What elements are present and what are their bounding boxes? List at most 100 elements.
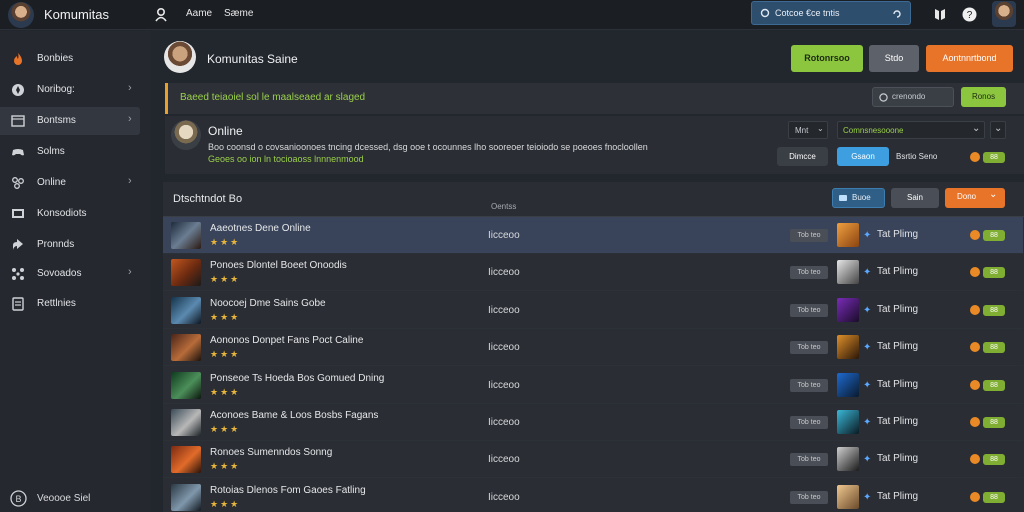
game-thumbnail — [171, 222, 201, 249]
notice-select-label: crenondo — [892, 92, 926, 101]
pin-icon[interactable]: ✦ — [863, 380, 871, 391]
coin-icon — [970, 230, 980, 240]
playing-label: Tat Plimg — [877, 341, 919, 353]
game-title: Ronoes Sumenndos Sonng — [210, 447, 333, 459]
share-icon — [13, 239, 23, 250]
account-circle-icon[interactable]: B — [10, 490, 27, 507]
filter-text[interactable]: Bsrtio Seno — [896, 152, 937, 161]
sidebar-item-rettlnies[interactable]: Rettlnies — [0, 290, 140, 318]
player-count: 88 — [983, 491, 1005, 503]
game-thumbnail — [171, 259, 201, 287]
rating-stars-icon: ★★★ — [210, 311, 241, 322]
table-row[interactable]: Aaeotnes Dene Online ★★★ Iicceoo Tob teo… — [163, 217, 1023, 254]
list-heading: Dtschtndot Bo — [173, 193, 243, 205]
table-row[interactable]: Ponoes Dlontel Boeet Onoodis ★★★ Iicceoo… — [163, 254, 1023, 292]
list-orange-dropdown-label: Dono — [957, 192, 977, 201]
dismiss-button[interactable]: Dimcce — [777, 147, 828, 166]
player-thumbnail — [837, 297, 859, 322]
sidebar-item-pronnds[interactable]: Pronnds — [0, 231, 140, 259]
nav-link-home[interactable]: Aame — [186, 8, 212, 19]
filter-select[interactable]: Mnt ⌄ — [788, 121, 828, 139]
help-icon[interactable]: ? — [962, 7, 977, 22]
sidebar-item-label: Sovoados — [37, 268, 82, 279]
sidebar-item-solms[interactable]: Solms — [0, 138, 140, 166]
chevron-down-icon: ⌄ — [994, 123, 1003, 134]
table-row[interactable]: Aconoes Bame & Loos Bosbs Fagans ★★★ Iic… — [163, 404, 1023, 441]
table-row[interactable]: Aononos Donpet Fans Poct Caline ★★★ Iicc… — [163, 329, 1023, 367]
player-count: 88 — [983, 379, 1005, 391]
list-blue-button[interactable]: Buoe — [832, 188, 885, 208]
playing-label: Tat Plimg — [877, 378, 919, 390]
sidebar-item-label: Noribog: — [37, 84, 75, 95]
online-title: Online — [208, 124, 243, 138]
category-dropdown[interactable]: Comnsnesooone ⌄ — [837, 121, 985, 139]
pin-icon[interactable]: ✦ — [863, 342, 871, 353]
list-gray-button[interactable]: Sain — [891, 188, 939, 208]
sidebar-item-label: Pronnds — [37, 239, 75, 250]
pin-icon[interactable]: ✦ — [863, 305, 871, 316]
online-link[interactable]: Geoes oo ion ln tocioaoss lnnnenmood — [208, 154, 364, 164]
settings-icon — [12, 297, 24, 311]
user-avatar[interactable] — [8, 2, 34, 28]
sidebar-item-noribog[interactable]: Noribog: › — [0, 76, 140, 104]
profile-avatar[interactable] — [992, 1, 1016, 27]
coin-icon — [970, 267, 980, 278]
game-title: Aconoes Bame & Loos Bosbs Fagans — [210, 410, 379, 421]
sidebar-footer[interactable]: Veoooe Siel — [37, 493, 90, 504]
rating-stars-icon: ★★★ — [210, 349, 241, 360]
sidebar-item-konsodiots[interactable]: Konsodiots — [0, 200, 140, 228]
sidebar-item-sovoados[interactable]: Sovoados › — [0, 260, 140, 288]
game-tag: Tob teo — [790, 341, 828, 355]
secondary-button[interactable]: Stdo — [869, 45, 919, 72]
top-bar: Komumitas Aame Sæme Cotcoe €ce tntis ? — [0, 0, 1024, 30]
nav-link-games[interactable]: Sæme — [224, 8, 253, 19]
pin-icon[interactable]: ✦ — [863, 417, 871, 428]
player-thumbnail — [837, 410, 859, 434]
fire-icon — [14, 53, 22, 65]
chevron-right-icon: › — [128, 266, 132, 278]
sidebar-item-bontsms[interactable]: Bontsms › — [0, 107, 140, 135]
table-row[interactable]: Ronoes Sumenndos Sonng ★★★ Iicceoo Tob t… — [163, 441, 1023, 479]
game-status: Iicceoo — [488, 417, 520, 428]
coin-icon — [970, 304, 980, 315]
game-thumbnail — [171, 409, 201, 436]
sidebar-item-bonbies[interactable]: Bonbies — [0, 45, 140, 73]
playing-label: Tat Plimg — [877, 416, 919, 427]
window-icon — [11, 115, 25, 127]
scan-button[interactable]: Gsaon — [837, 147, 889, 166]
table-row[interactable]: Rotoias Dlenos Fom Gaoes Fatling ★★★ Iic… — [163, 479, 1023, 512]
search-input[interactable]: Cotcoe €ce tntis — [751, 1, 911, 25]
table-row[interactable]: Ponseoe Ts Hoeda Bos Gomued Dning ★★★ Ii… — [163, 367, 1023, 404]
primary-green-button[interactable]: Rotonrsoo — [791, 45, 863, 72]
sidebar-item-label: Bonbies — [37, 53, 74, 64]
player-thumbnail — [837, 447, 859, 472]
notice-green-button[interactable]: Ronos — [961, 87, 1006, 107]
user-icon[interactable] — [155, 8, 167, 22]
collapse-button[interactable]: ⌄ — [990, 121, 1006, 139]
table-row[interactable]: Noocoej Dme Sains Gobe ★★★ Iicceoo Tob t… — [163, 292, 1023, 329]
sidebar-item-label: Online — [37, 177, 66, 188]
game-thumbnail — [171, 371, 201, 399]
rating-stars-icon: ★★★ — [210, 386, 241, 397]
game-tag: Tob teo — [790, 229, 828, 242]
player-count: 88 — [983, 304, 1005, 316]
playing-label: Tat Plimg — [877, 453, 919, 465]
rating-stars-icon: ★★★ — [210, 498, 241, 509]
dropdown-value: Comnsnesooone — [843, 126, 904, 135]
pin-icon[interactable]: ✦ — [863, 492, 871, 503]
primary-orange-button[interactable]: Aontnnrtbond — [926, 45, 1013, 72]
game-tag: Tob teo — [790, 416, 828, 429]
notice-select[interactable]: crenondo — [872, 87, 954, 107]
sidebar-item-online[interactable]: Online › — [0, 169, 140, 197]
list-orange-dropdown[interactable]: Dono ⌄ — [945, 188, 1005, 208]
game-tag: Tob teo — [790, 490, 828, 504]
player-count: 88 — [983, 417, 1005, 428]
pin-icon[interactable]: ✦ — [863, 267, 871, 278]
game-status: Iicceoo — [488, 491, 520, 503]
sidebar-item-label: Konsodiots — [37, 208, 87, 219]
pin-icon[interactable]: ✦ — [863, 230, 871, 241]
rating-stars-icon: ★★★ — [210, 461, 241, 472]
bookmark-icon[interactable] — [934, 8, 946, 21]
refresh-icon[interactable] — [892, 9, 902, 19]
pin-icon[interactable]: ✦ — [863, 454, 871, 465]
